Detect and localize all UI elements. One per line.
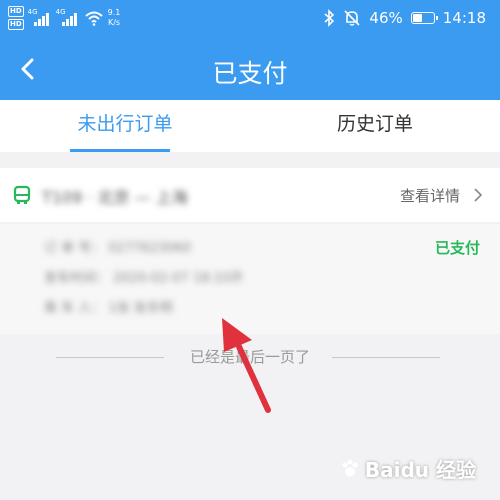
bluetooth-icon (324, 9, 335, 27)
mute-bell-icon (344, 10, 360, 26)
hd-badge-2: HD (8, 19, 24, 30)
network-speed: 9.1 K/s (108, 8, 121, 28)
order-tabs: 未出行订单 历史订单 (0, 100, 500, 152)
status-left: HD HD 4G 4G 9.1 K/s (8, 6, 120, 30)
speed-value: 9.1 (107, 8, 121, 17)
signal-icon: 4G (28, 8, 52, 26)
divider-right (332, 357, 440, 358)
status-bar: HD HD 4G 4G 9.1 K/s 46% 14:18 (0, 0, 500, 40)
clock: 14:18 (442, 9, 486, 27)
app-header: 已支付 (0, 40, 500, 100)
wifi-icon (85, 11, 103, 26)
watermark: Baidu 经验 (339, 454, 476, 483)
order-number: 订 单 号： 0277623060 (44, 241, 192, 256)
paw-icon (342, 459, 358, 476)
hd-indicator: HD HD (8, 6, 24, 30)
order-route: T109 · 北京 — 上海 (42, 188, 188, 207)
page-title: 已支付 (212, 59, 288, 88)
order-card-header[interactable]: T109 · 北京 — 上海 查看详情 (0, 168, 500, 222)
departure-time: 发车时间： 2020-02-07 18:10开 (44, 271, 244, 286)
tab-history-orders[interactable]: 历史订单 (250, 100, 500, 152)
view-details-link[interactable]: 查看详情 (400, 185, 460, 206)
bus-icon (13, 185, 31, 204)
battery-icon (410, 12, 438, 24)
chevron-right-icon[interactable] (472, 187, 484, 203)
tab-upcoming-orders[interactable]: 未出行订单 (0, 100, 250, 152)
order-card-body[interactable]: 订 单 号： 0277623060 发车时间： 2020-02-07 18:10… (0, 224, 500, 334)
active-tab-indicator (70, 149, 170, 152)
battery-fill (412, 14, 422, 22)
signal-icon: 4G (56, 8, 80, 26)
hd-badge-1: HD (8, 6, 24, 17)
passenger: 乘 车 人： 1张 张东明 (44, 301, 173, 316)
status-badge: 已支付 (434, 239, 480, 257)
watermark-text: Baidu 经验 (364, 458, 476, 482)
battery-percent: 46% (369, 9, 403, 27)
speed-unit: K/s (107, 18, 121, 27)
status-right: 46% 14:18 (323, 9, 486, 27)
